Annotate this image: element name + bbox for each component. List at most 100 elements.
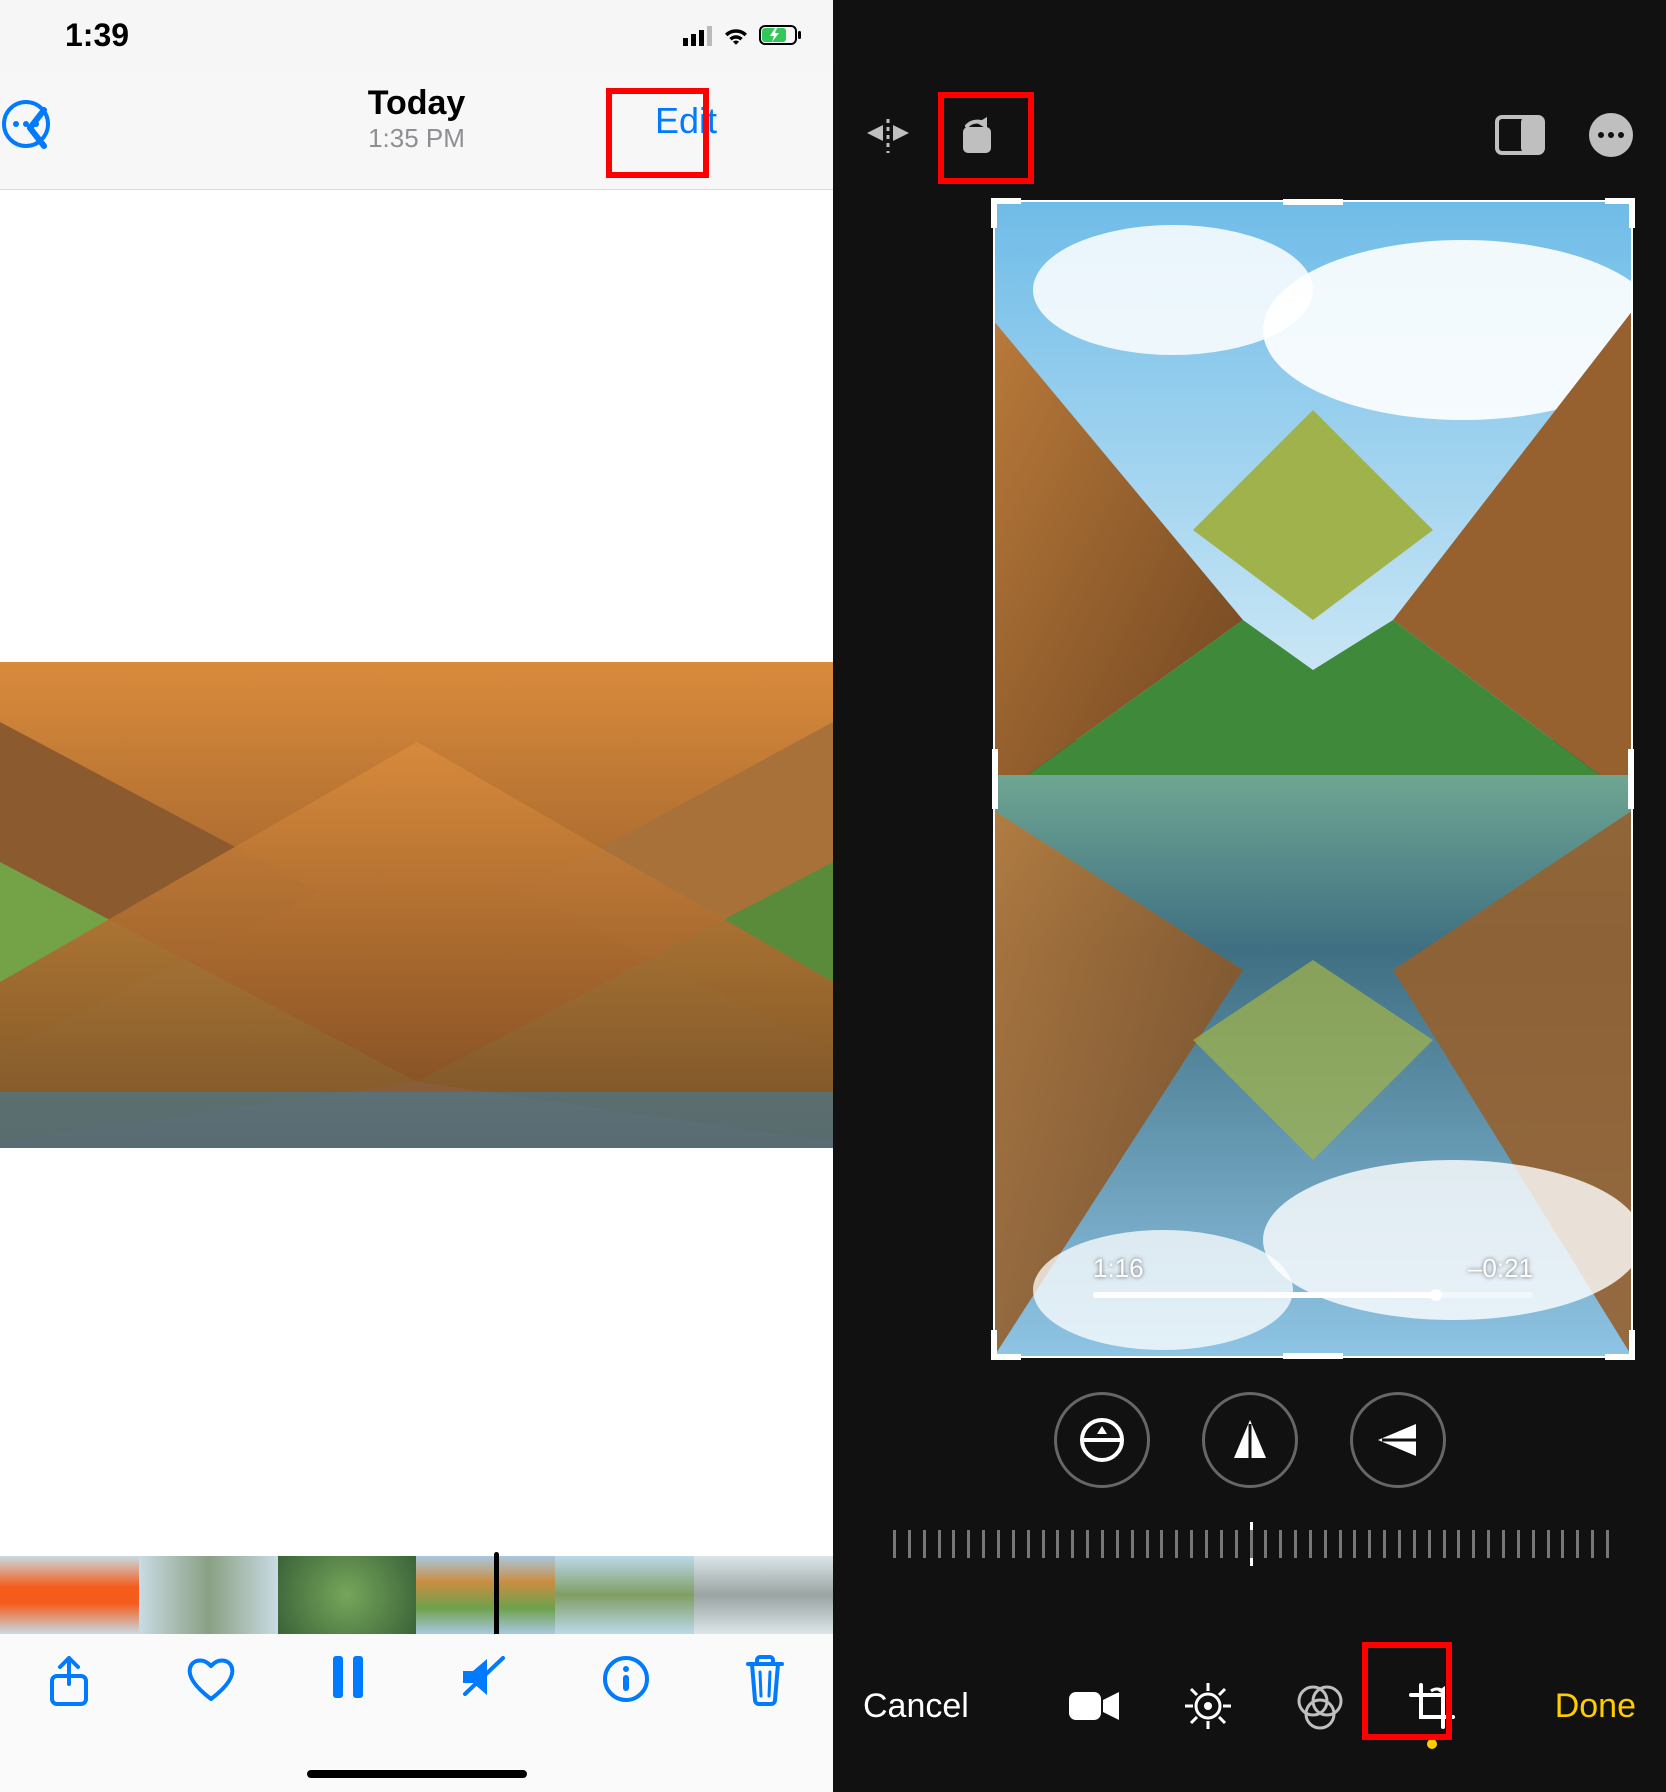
ruler-tick bbox=[982, 1530, 985, 1558]
status-time: 1:39 bbox=[65, 17, 129, 54]
horizontal-perspective-dial[interactable] bbox=[1350, 1392, 1446, 1488]
status-right-icons bbox=[683, 17, 803, 54]
filters-mode-button[interactable] bbox=[1295, 1681, 1345, 1731]
ruler-tick bbox=[1220, 1530, 1223, 1558]
tutorial-highlight-rotate bbox=[938, 92, 1034, 184]
crop-handle-left[interactable] bbox=[992, 749, 998, 809]
editor-more-button[interactable] bbox=[1586, 110, 1636, 160]
ruler-tick bbox=[1443, 1530, 1446, 1558]
scrub-knob[interactable] bbox=[1430, 1289, 1442, 1301]
mute-button[interactable] bbox=[459, 1654, 509, 1700]
ruler-tick bbox=[1383, 1530, 1386, 1558]
ruler-tick bbox=[1250, 1530, 1253, 1558]
crop-corner-tr[interactable] bbox=[1605, 198, 1635, 228]
header-title: Today bbox=[368, 84, 466, 123]
filmstrip-playhead[interactable] bbox=[494, 1552, 499, 1638]
ruler-tick bbox=[1353, 1530, 1356, 1558]
ruler-tick bbox=[1264, 1530, 1267, 1558]
active-mode-dot bbox=[1427, 1739, 1437, 1749]
crop-frame[interactable] bbox=[993, 200, 1633, 1358]
vertical-perspective-icon bbox=[1230, 1418, 1270, 1462]
wifi-icon bbox=[721, 17, 751, 54]
crop-corner-bl[interactable] bbox=[991, 1330, 1021, 1360]
home-indicator bbox=[307, 1770, 527, 1778]
ruler-tick bbox=[1116, 1530, 1119, 1558]
crop-handle-right[interactable] bbox=[1628, 749, 1634, 809]
ruler-tick bbox=[1457, 1530, 1460, 1558]
info-button[interactable] bbox=[601, 1654, 651, 1704]
share-button[interactable] bbox=[46, 1654, 92, 1710]
tutorial-highlight-crop bbox=[1362, 1642, 1452, 1740]
angle-ruler[interactable] bbox=[893, 1522, 1606, 1568]
ruler-tick bbox=[1428, 1530, 1431, 1558]
crop-corner-br[interactable] bbox=[1605, 1330, 1635, 1360]
header-subtitle: 1:35 PM bbox=[368, 123, 466, 154]
filmstrip-frame bbox=[139, 1556, 278, 1634]
ruler-tick bbox=[1517, 1530, 1520, 1558]
crop-canvas[interactable]: 1:16 –0:21 bbox=[993, 200, 1633, 1358]
straighten-dial[interactable] bbox=[1054, 1392, 1150, 1488]
video-mode-button[interactable] bbox=[1067, 1686, 1121, 1726]
ellipsis-circle-icon bbox=[1586, 110, 1636, 160]
ruler-tick bbox=[1294, 1530, 1297, 1558]
ruler-tick bbox=[997, 1530, 1000, 1558]
ruler-tick bbox=[893, 1530, 896, 1558]
ruler-tick bbox=[923, 1530, 926, 1558]
ruler-tick bbox=[1131, 1530, 1134, 1558]
video-scrubber[interactable]: 1:16 –0:21 bbox=[1093, 1253, 1533, 1298]
ruler-tick bbox=[1205, 1530, 1208, 1558]
cancel-button[interactable]: Cancel bbox=[863, 1687, 969, 1726]
photo-viewport[interactable] bbox=[0, 190, 833, 1552]
editor-bottom-toolbar: Cancel Done bbox=[833, 1620, 1666, 1792]
ruler-tick bbox=[1532, 1530, 1535, 1558]
ruler-tick bbox=[1190, 1530, 1193, 1558]
ruler-tick bbox=[952, 1530, 955, 1558]
ruler-tick bbox=[1042, 1530, 1045, 1558]
ruler-tick bbox=[967, 1530, 970, 1558]
flip-button[interactable] bbox=[863, 113, 913, 157]
crop-handle-bottom[interactable] bbox=[1283, 1353, 1343, 1359]
pause-button[interactable] bbox=[330, 1654, 366, 1700]
ruler-tick bbox=[1086, 1530, 1089, 1558]
aspect-button[interactable] bbox=[1494, 114, 1546, 156]
aspect-ratio-icon bbox=[1494, 114, 1546, 156]
battery-icon bbox=[759, 17, 803, 54]
scrub-track[interactable] bbox=[1093, 1292, 1533, 1298]
ruler-tick bbox=[1502, 1530, 1505, 1558]
filmstrip-frame bbox=[0, 1556, 139, 1634]
ruler-tick bbox=[1146, 1530, 1149, 1558]
more-button[interactable] bbox=[0, 98, 52, 150]
adjust-icon bbox=[1183, 1681, 1233, 1731]
flip-horizontal-icon bbox=[863, 113, 913, 157]
ruler-tick bbox=[1339, 1530, 1342, 1558]
adjust-mode-button[interactable] bbox=[1183, 1681, 1233, 1731]
done-button[interactable]: Done bbox=[1555, 1687, 1636, 1726]
video-filmstrip[interactable] bbox=[0, 1556, 833, 1634]
ruler-tick bbox=[1398, 1530, 1401, 1558]
ruler-tick bbox=[1576, 1530, 1579, 1558]
ruler-tick bbox=[938, 1530, 941, 1558]
crop-handle-top[interactable] bbox=[1283, 199, 1343, 205]
ruler-tick bbox=[1027, 1530, 1030, 1558]
photos-detail-pane: 1:39 Today 1:35 PM Edit bbox=[0, 0, 833, 1792]
filmstrip-frame bbox=[416, 1556, 555, 1634]
vertical-perspective-dial[interactable] bbox=[1202, 1392, 1298, 1488]
ruler-tick bbox=[1324, 1530, 1327, 1558]
ruler-tick bbox=[1309, 1530, 1312, 1558]
photo-thumbnail bbox=[0, 662, 833, 1148]
filmstrip-frame bbox=[555, 1556, 694, 1634]
crop-corner-tl[interactable] bbox=[991, 198, 1021, 228]
ruler-tick bbox=[1606, 1530, 1609, 1558]
favorite-button[interactable] bbox=[184, 1654, 238, 1704]
adjustment-dials bbox=[833, 1392, 1666, 1488]
ruler-tick bbox=[1591, 1530, 1594, 1558]
ruler-tick bbox=[1175, 1530, 1178, 1558]
ruler-tick bbox=[1012, 1530, 1015, 1558]
scrub-fill bbox=[1093, 1292, 1436, 1298]
delete-button[interactable] bbox=[743, 1654, 787, 1706]
photo-editor-pane: 1:16 –0:21 Cancel bbox=[833, 0, 1666, 1792]
ellipsis-circle-icon bbox=[0, 98, 52, 150]
trash-icon bbox=[743, 1654, 787, 1706]
elapsed-time: 1:16 bbox=[1093, 1253, 1144, 1284]
status-bar: 1:39 bbox=[0, 0, 833, 70]
